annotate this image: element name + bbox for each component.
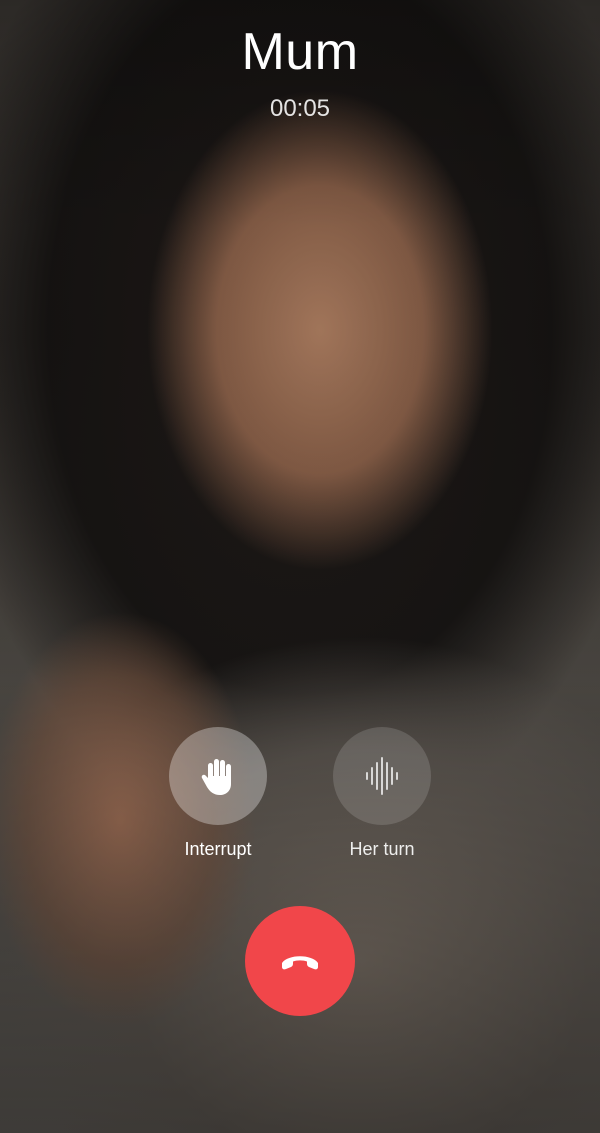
her-turn-action[interactable]: Her turn: [332, 727, 432, 860]
sound-wave-icon: [366, 757, 398, 795]
call-timer: 00:05: [269, 95, 331, 122]
call-screen: Mum 00:05 Interrupt Her turn: [0, 0, 600, 1133]
interrupt-action[interactable]: Interrupt: [168, 727, 268, 860]
caller-name: Mum: [241, 23, 359, 81]
interrupt-label: Interrupt: [184, 839, 252, 859]
hang-up-phone-icon: [282, 956, 318, 970]
her-turn-button[interactable]: [333, 727, 431, 825]
raised-hand-icon: [201, 759, 231, 795]
her-turn-label: Her turn: [349, 839, 415, 859]
interrupt-button[interactable]: [169, 727, 267, 825]
end-call-button[interactable]: [245, 906, 355, 1016]
